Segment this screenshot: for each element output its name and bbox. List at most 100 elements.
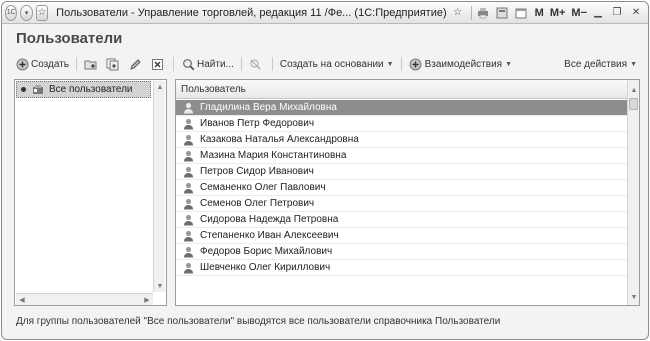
column-header-user[interactable]: Пользователь [176, 80, 627, 99]
calendar-icon[interactable] [513, 5, 529, 21]
title-bar: 1C ▾ ☆ Пользователи - Управление торговл… [2, 2, 648, 24]
print-icon[interactable] [475, 5, 491, 21]
user-name: Гладилина Вера Михайловна [200, 102, 337, 113]
user-icon [182, 230, 194, 242]
create-based-label: Создать на основании [279, 58, 384, 70]
create-folder-button[interactable] [81, 55, 103, 73]
user-name: Мазина Мария Константиновна [200, 150, 347, 161]
toolbar-separator [400, 57, 402, 71]
interactions-button[interactable]: Взаимодействия ▼ [406, 55, 515, 73]
favorite-star-icon[interactable]: ☆ [35, 4, 49, 21]
calculator-icon[interactable] [494, 5, 510, 21]
user-icon [182, 102, 194, 114]
window-title: Пользователи - Управление торговлей, ред… [56, 6, 447, 19]
table-row[interactable]: Мазина Мария Константиновна [176, 148, 627, 164]
find-label: Найти... [197, 58, 234, 70]
user-icon [182, 134, 194, 146]
star-icon[interactable]: ☆ [450, 5, 466, 21]
chevron-down-icon: ▼ [505, 60, 513, 68]
restore-icon[interactable]: ❐ [609, 5, 625, 21]
scroll-up-icon[interactable]: ▲ [154, 81, 166, 93]
table-row[interactable]: Гладилина Вера Михайловна [176, 100, 627, 116]
user-group-icon [32, 84, 44, 95]
find-button[interactable]: Найти... [178, 55, 237, 73]
folder-add-icon [84, 57, 98, 71]
create-button[interactable]: Создать [12, 55, 72, 73]
memory-minus-button[interactable]: M− [571, 7, 587, 19]
toolbar-separator [76, 57, 78, 71]
table-row[interactable]: Иванов Петр Федорович [176, 116, 627, 132]
chevron-down-icon: ▼ [386, 60, 394, 68]
scroll-thumb[interactable] [629, 98, 638, 110]
page-title: Пользователи [16, 30, 123, 47]
user-name: Петров Сидор Иванович [200, 166, 314, 177]
table-row[interactable]: Федоров Борис Михайлович [176, 244, 627, 260]
cancel-search-icon [249, 57, 263, 71]
title-separator [470, 5, 472, 20]
table-row[interactable]: Семаненко Олег Павлович [176, 180, 627, 196]
all-actions-button[interactable]: Все действия ▼ [561, 55, 640, 73]
table-row[interactable]: Шевченко Олег Кириллович [176, 260, 627, 276]
scroll-left-icon[interactable]: ◀ [16, 294, 28, 306]
create-based-on-button[interactable]: Создать на основании ▼ [277, 55, 397, 73]
table-row[interactable]: Степаненко Иван Алексеевич [176, 228, 627, 244]
user-icon [182, 182, 194, 194]
user-icon [182, 198, 194, 210]
dropdown-menu-button[interactable]: ▾ [20, 4, 33, 21]
delete-icon [150, 57, 164, 71]
table-rows: Гладилина Вера Михайловна Иванов Петр Фед… [176, 100, 627, 276]
create-label: Создать [31, 58, 70, 70]
tree-item-label: Все пользователи [49, 84, 133, 95]
table-vertical-scrollbar[interactable]: ▲ ▼ [627, 80, 639, 305]
minimize-icon[interactable]: ▁ [590, 5, 606, 21]
memory-m-button[interactable]: M [535, 7, 544, 19]
pencil-icon [128, 57, 142, 71]
table-row[interactable]: Петров Сидор Иванович [176, 164, 627, 180]
scroll-up-icon[interactable]: ▲ [628, 84, 640, 96]
user-name: Семаненко Олег Павлович [200, 182, 326, 193]
copy-icon [106, 57, 120, 71]
table-row[interactable]: Казакова Наталья Александровна [176, 132, 627, 148]
toolbar-separator [240, 57, 242, 71]
user-name: Федоров Борис Михайлович [200, 246, 333, 257]
user-groups-tree: Все пользователи ▲ ▼ ◀ ▶ [14, 79, 167, 306]
user-icon [182, 150, 194, 162]
chevron-down-icon: ▼ [630, 60, 637, 68]
user-name: Сидорова Надежда Петровна [200, 214, 339, 225]
scroll-down-icon[interactable]: ▼ [628, 291, 640, 303]
all-actions-label: Все действия [564, 58, 628, 70]
memory-plus-button[interactable]: M+ [550, 7, 566, 19]
user-icon [182, 166, 194, 178]
main-window: 1C ▾ ☆ Пользователи - Управление торговл… [1, 1, 649, 340]
search-icon [181, 57, 195, 71]
delete-mark-button[interactable] [147, 55, 169, 73]
scroll-right-icon[interactable]: ▶ [141, 294, 153, 306]
user-icon [182, 246, 194, 258]
user-name: Шевченко Олег Кириллович [200, 262, 331, 273]
status-hint: Для группы пользователей "Все пользовате… [16, 316, 501, 327]
user-name: Семенов Олег Петрович [200, 198, 315, 209]
interactions-label: Взаимодействия [424, 58, 503, 70]
user-icon [182, 262, 194, 274]
copy-button[interactable] [103, 55, 125, 73]
app-menu-button[interactable]: 1C [5, 4, 18, 21]
scroll-down-icon[interactable]: ▼ [154, 280, 166, 292]
toolbar-separator [271, 57, 273, 71]
toolbar-separator [173, 57, 175, 71]
title-right-tools: ☆ M M+ M− ▁ ❐ ✕ [447, 5, 648, 21]
table-row[interactable]: Семенов Олег Петрович [176, 196, 627, 212]
close-icon[interactable]: ✕ [628, 5, 644, 21]
table-row[interactable]: Сидорова Надежда Петровна [176, 212, 627, 228]
edit-button[interactable] [125, 55, 147, 73]
user-name: Иванов Петр Федорович [200, 118, 315, 129]
user-icon [182, 118, 194, 130]
tree-horizontal-scrollbar[interactable]: ◀ ▶ [16, 293, 153, 305]
users-table: Пользователь Гладилина Вера Михайловна Ив… [175, 79, 640, 306]
cancel-search-button[interactable] [246, 55, 268, 73]
toolbar: Создать Найти... Создать на основании ▼ … [12, 54, 640, 74]
user-icon [182, 214, 194, 226]
tree-vertical-scrollbar[interactable]: ▲ ▼ [153, 81, 165, 292]
tree-item-all-users[interactable]: Все пользователи [16, 81, 151, 98]
user-name: Степаненко Иван Алексеевич [200, 230, 339, 241]
create-plus-icon [15, 57, 29, 71]
